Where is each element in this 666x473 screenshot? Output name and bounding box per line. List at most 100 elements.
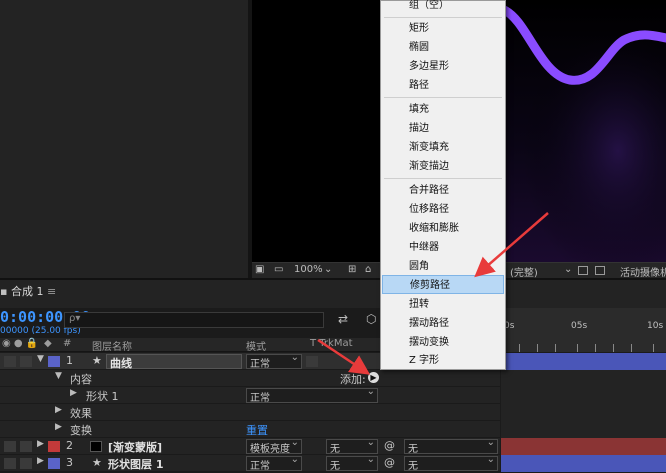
layer-color-label[interactable] (48, 458, 60, 469)
chevron-down-icon[interactable]: ⌄ (564, 264, 572, 275)
layer-thumbnail (90, 441, 102, 452)
project-panel (0, 0, 250, 278)
layer-name[interactable]: 曲线 (106, 354, 242, 370)
name-header: 图层名称 (92, 342, 132, 353)
visibility-toggle[interactable] (4, 356, 16, 367)
track-empty (501, 387, 666, 404)
menu-item-twist[interactable]: 扭转 (382, 295, 504, 314)
track-empty (501, 404, 666, 421)
layer-bar-1[interactable] (501, 353, 666, 370)
trkmat-select[interactable]: 无 (326, 437, 378, 455)
expand-arrow-icon[interactable]: ▼ (55, 371, 62, 381)
menu-item-merge-paths[interactable]: 合并路径 (382, 181, 504, 200)
region-icon[interactable] (578, 266, 588, 275)
chevron-down-icon[interactable]: ⌄ (324, 264, 332, 275)
add-button[interactable]: ▶ (368, 372, 379, 383)
menu-item-repeater[interactable]: 中继器 (382, 238, 504, 257)
add-content-menu: 组（空） 矩形 椭圆 多边星形 路径 填充 描边 渐变填充 渐变描边 合并路径 … (380, 0, 506, 370)
comp-flow-icon[interactable]: ⇄ (338, 312, 348, 326)
expand-arrow-icon[interactable]: ▼ (37, 354, 44, 364)
shape-row[interactable]: ▶ 形状 1 正常 (0, 386, 500, 404)
menu-item-pucker-bloat[interactable]: 收缩和膨胀 (382, 219, 504, 238)
pickwhip-icon[interactable]: @ (384, 439, 395, 452)
reset-link[interactable]: 重置 (246, 422, 268, 438)
layer-bar-3[interactable] (501, 455, 666, 472)
menu-item-rectangle[interactable]: 矩形 (382, 19, 504, 38)
expand-arrow-icon[interactable]: ▶ (70, 388, 77, 398)
layer-color-label[interactable] (48, 356, 60, 367)
time-ruler[interactable]: 0s 05s 10s (500, 308, 666, 352)
content-row[interactable]: ▼ 内容 添加: ▶ (0, 370, 500, 387)
display-icon[interactable]: ▭ (274, 264, 283, 275)
layer-color-label[interactable] (48, 441, 60, 452)
visibility-toggle[interactable] (4, 458, 16, 469)
effects-label: 效果 (70, 407, 92, 420)
trkmat-header: T TrkMat (310, 338, 353, 349)
parent-select[interactable]: 无 (404, 454, 498, 472)
menu-item-ellipse[interactable]: 椭圆 (382, 38, 504, 57)
resolution-select[interactable]: (完整) (510, 264, 538, 279)
shape-tool-icon[interactable]: ⌂ (365, 264, 371, 275)
transform-row[interactable]: ▶ 变换 重置 (0, 421, 500, 438)
grid-icon[interactable]: ⊞ (348, 264, 356, 275)
add-label: 添加: (340, 373, 366, 386)
label-header-icon: ◆ (44, 338, 52, 349)
blend-mode-select[interactable]: 正常 (246, 352, 302, 370)
visibility-header-icon: ◉ ● 🔒 (2, 338, 39, 349)
track-empty (501, 421, 666, 438)
layer-name[interactable]: 形状图层 1 (108, 456, 163, 472)
menu-item-gradient-stroke[interactable]: 渐变描边 (382, 157, 504, 176)
pickwhip-icon[interactable]: @ (384, 456, 395, 469)
shape-label: 形状 1 (86, 390, 119, 403)
audio-toggle[interactable] (20, 458, 32, 469)
trkmat-toggle[interactable] (306, 356, 318, 367)
audio-toggle[interactable] (20, 356, 32, 367)
ruler-label-10: 10s (647, 321, 664, 331)
blend-mode-select[interactable]: 正常 (246, 454, 302, 472)
menu-item-gradient-fill[interactable]: 渐变填充 (382, 138, 504, 157)
menu-item-round-corners[interactable]: 圆角 (382, 257, 504, 276)
menu-item-stroke[interactable]: 描边 (382, 119, 504, 138)
mode-header: 模式 (246, 342, 266, 353)
blend-mode-select[interactable]: 模板亮度 (246, 437, 302, 455)
menu-item-trim-paths[interactable]: 修剪路径 (382, 275, 504, 294)
3d-layer-icon[interactable]: ⬡ (366, 312, 376, 326)
menu-item-polystar[interactable]: 多边星形 (382, 57, 504, 76)
camera-select[interactable]: 活动摄像机 (620, 264, 666, 279)
trkmat-select[interactable]: 无 (326, 454, 378, 472)
transform-label: 变换 (70, 424, 92, 437)
ruler-label-5: 05s (571, 321, 588, 331)
menu-separator (384, 17, 502, 18)
parent-select[interactable]: 无 (404, 437, 498, 455)
shape-mode-select[interactable]: 正常 (246, 386, 378, 404)
expand-arrow-icon[interactable]: ▶ (55, 422, 62, 432)
zoom-select[interactable]: 100% (294, 264, 323, 275)
audio-toggle[interactable] (20, 441, 32, 452)
menu-item-fill[interactable]: 填充 (382, 100, 504, 119)
layer-row-3[interactable]: ▶ 3 ★ 形状图层 1 正常 无 @ 无 (0, 454, 500, 472)
track-empty (501, 370, 666, 387)
menu-separator (384, 97, 502, 98)
expand-arrow-icon[interactable]: ▶ (37, 456, 44, 466)
menu-item-wiggle-paths[interactable]: 摆动路径 (382, 314, 504, 333)
menu-item-group[interactable]: 组（空） (382, 0, 504, 15)
menu-item-wiggle-transform[interactable]: 摆动变换 (382, 333, 504, 352)
snapshot-icon[interactable]: ▣ (255, 264, 264, 275)
star-icon: ★ (92, 354, 102, 367)
layer-number: 3 (66, 456, 73, 469)
transparency-icon[interactable] (595, 266, 605, 275)
menu-item-zig-zag[interactable]: Z 字形 (382, 351, 504, 370)
visibility-toggle[interactable] (4, 441, 16, 452)
menu-item-offset-paths[interactable]: 位移路径 (382, 200, 504, 219)
menu-item-path[interactable]: 路径 (382, 76, 504, 95)
layer-bar-2[interactable] (501, 438, 666, 455)
layer-search-input[interactable]: ρ▾ (64, 312, 324, 328)
menu-separator (384, 178, 502, 179)
expand-arrow-icon[interactable]: ▶ (37, 439, 44, 449)
layer-row-2[interactable]: ▶ 2 [渐变蒙版] 模板亮度 无 @ 无 (0, 437, 500, 455)
effects-row[interactable]: ▶ 效果 (0, 404, 500, 421)
layer-number: 1 (66, 354, 73, 367)
layer-name[interactable]: [渐变蒙版] (108, 439, 162, 455)
expand-arrow-icon[interactable]: ▶ (55, 405, 62, 415)
tab-composition[interactable]: ▪ 合成 1 ≡ (0, 283, 56, 301)
